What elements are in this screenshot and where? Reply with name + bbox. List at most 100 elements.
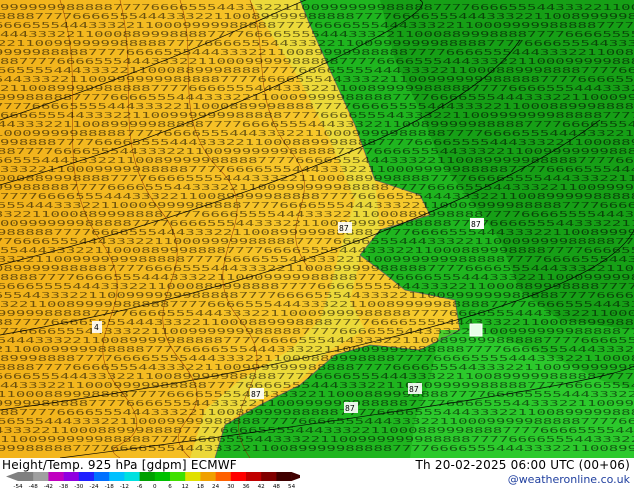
colorbar-swatch bbox=[170, 472, 186, 481]
colorbar-tick-label: 48 bbox=[273, 484, 281, 490]
colorbar-arrow-left bbox=[6, 472, 18, 481]
colorbar-tick-label: 6 bbox=[168, 484, 172, 490]
temperature-value-row: 1100999999988888777766665554433322110099… bbox=[0, 435, 634, 444]
colorbar: -54 -48 -42 -38 -30 -24 -18 -12 -6 0 6 12 18 24 30 36 42… bbox=[6, 472, 300, 490]
colorbar-swatch bbox=[109, 472, 125, 481]
temperature-value-row: 9998888877776666555444333221100899999888… bbox=[0, 444, 634, 453]
svg-text:87: 87 bbox=[251, 390, 261, 399]
temperature-value-row: 3221100899999888887777666655544433322110… bbox=[0, 300, 634, 309]
colorbar-swatch bbox=[124, 472, 140, 481]
temperature-value-row: 8888777766665554443332211000999998888877… bbox=[0, 273, 634, 282]
colorbar-tick-label: -48 bbox=[29, 484, 39, 490]
map-footer: Height/Temp. 925 hPa [gdpm] ECMWF Th 20-… bbox=[0, 458, 634, 490]
colorbar-tick-label: 0 bbox=[153, 484, 157, 490]
colorbar-swatch bbox=[215, 472, 232, 481]
temperature-value-row: 3332211000999998888877776666555444333221… bbox=[0, 165, 634, 174]
temperature-value-row: 7777666655544433322110089999988888777766… bbox=[0, 192, 634, 201]
temperature-value-row: 9888887777666655544433322110089999988888… bbox=[0, 228, 634, 237]
colorbar-tick-label: -42 bbox=[44, 484, 53, 490]
temperature-value-row: 0008899988887777666655554443332211000889… bbox=[0, 174, 634, 183]
temperature-value-row: 4433322110009999988888777766665554443332… bbox=[0, 381, 634, 390]
colorbar-swatch bbox=[94, 472, 110, 481]
valid-time: Th 20-02-2025 06:00 UTC (00+06) bbox=[415, 458, 630, 472]
temperature-value-row: 8888777766665554443332211008999998888877… bbox=[0, 12, 634, 21]
temperature-value-row: 8877776666555443332211009999999888887777… bbox=[0, 147, 634, 156]
colorbar-swatch bbox=[230, 472, 247, 481]
colorbar-tick-label: 30 bbox=[227, 484, 235, 490]
colorbar-tick-label: -24 bbox=[89, 484, 99, 490]
temperature-value-row: 6666555443332211009999999888887777666655… bbox=[0, 111, 634, 120]
temperature-value-row: 5443332211009999999888887777666655544333… bbox=[0, 75, 634, 84]
white-marker bbox=[469, 323, 483, 337]
temperature-value-row: 1100088999888877776666555544433322110008… bbox=[0, 390, 634, 399]
colorbar-tick-label: -54 bbox=[13, 484, 23, 490]
temperature-value-row: 6655544433322110089999988888777766665554… bbox=[0, 156, 634, 165]
temperature-value-row: 2110009999988888777766665554443332211000… bbox=[0, 345, 634, 354]
map-canvas: 9999999888887777666655544333221100999999… bbox=[0, 0, 634, 458]
temperature-value-row: 9999988888777766665554443332211008999998… bbox=[0, 48, 634, 57]
svg-text:87: 87 bbox=[339, 224, 349, 233]
map-label-1: 87 bbox=[470, 218, 484, 229]
colorbar-swatch bbox=[261, 472, 277, 481]
map-label-4: 87 bbox=[344, 402, 358, 413]
colorbar-tick-label: 42 bbox=[258, 484, 265, 490]
colorbar-swatch bbox=[33, 472, 49, 481]
temperature-value-row: 5554443332211000999998888877776666555444… bbox=[0, 201, 634, 210]
temperature-value-row: 9999988888777766665554433322110099999998… bbox=[0, 399, 634, 408]
svg-text:87: 87 bbox=[409, 385, 419, 394]
credit-text: @weatheronline.co.uk bbox=[507, 473, 630, 486]
colorbar-swatch bbox=[48, 472, 64, 481]
svg-text:87: 87 bbox=[345, 404, 355, 413]
temperature-value-row: 5544433322110008899988887777666655554443… bbox=[0, 246, 634, 255]
temperature-value-row: 9998888877776666555443332211009999999888… bbox=[0, 183, 634, 192]
colorbar-arrow-right bbox=[291, 472, 300, 481]
temperature-value-row: 8888777766665554433322110099999998888877… bbox=[0, 363, 634, 372]
map-label-2: 87 bbox=[338, 222, 352, 233]
map-label-5: 87 bbox=[250, 388, 264, 399]
colorbar-tick-label: -30 bbox=[74, 484, 84, 490]
map-label-3: 87 bbox=[408, 383, 422, 394]
temperature-value-grid: 9999999888887777666655544333221100999999… bbox=[0, 3, 634, 453]
temperature-value-row: 6655544433322110009999988888777766665554… bbox=[0, 417, 634, 426]
colorbar-tick-label: 54 bbox=[288, 484, 296, 490]
temperature-value-row: 3322110099999998888877776666555443332211… bbox=[0, 255, 634, 264]
temperature-value-row: 8877776666555444333221100899999888887777… bbox=[0, 408, 634, 417]
temperature-value-row: 4433322110089999988888777766665554443332… bbox=[0, 120, 634, 129]
temperature-value-row: 8999888877776666555544433322110008899988… bbox=[0, 354, 634, 363]
temperature-value-row: 6655554443332211000889998888777766665555… bbox=[0, 66, 634, 75]
temperature-value-row: 0099999998888877776666555443332211009999… bbox=[0, 219, 634, 228]
temperature-value-row: 1000999998888877776666555444333221100099… bbox=[0, 129, 634, 138]
temperature-value-row: 9998888877776666555444333221100099999888… bbox=[0, 93, 634, 102]
weather-map: 9999999888887777666655544333221100999999… bbox=[0, 0, 634, 458]
temperature-value-row: 3322110008899988887777666655554443332211… bbox=[0, 210, 634, 219]
colorbar-swatch bbox=[246, 472, 262, 481]
temperature-value-row: 4443332211000889998888777766665555444333… bbox=[0, 30, 634, 39]
colorbar-swatch bbox=[18, 472, 34, 481]
colorbar-tick-label: 24 bbox=[212, 484, 220, 490]
temperature-value-row: 2110089999988888777766665554443332211008… bbox=[0, 84, 634, 93]
colorbar-tick-label: -18 bbox=[105, 484, 115, 490]
colorbar-tick-label: -6 bbox=[137, 484, 143, 490]
colorbar-tick-label: -12 bbox=[120, 484, 129, 490]
temperature-value-row: 2211009999999888887777666655544333221100… bbox=[0, 39, 634, 48]
svg-text:87: 87 bbox=[471, 220, 481, 229]
temperature-value-row: 5444333221100899999888887777666655544433… bbox=[0, 336, 634, 345]
colorbar-swatch bbox=[139, 472, 156, 481]
svg-text:4: 4 bbox=[94, 323, 99, 332]
temperature-value-row: 7777666655554443332211000889998888777766… bbox=[0, 102, 634, 111]
temperature-value-row: 9988887777666655554443332211000889998888… bbox=[0, 138, 634, 147]
colorbar-swatch bbox=[78, 472, 95, 481]
colorbar-tick-label: -38 bbox=[59, 484, 69, 490]
temperature-value-row: 8877776666555444333221100099999888887777… bbox=[0, 57, 634, 66]
temperature-value-row: 7766665554443332211000999998888877776666… bbox=[0, 237, 634, 246]
colorbar-swatch bbox=[63, 472, 80, 481]
temperature-value-row: 9999988888777766665554443332211000999998… bbox=[0, 309, 634, 318]
colorbar-tick-label: 18 bbox=[197, 484, 205, 490]
colorbar-swatch bbox=[200, 472, 216, 481]
temperature-value-row: 4333221100088999888877776666555544433322… bbox=[0, 426, 634, 435]
colorbar-swatch bbox=[154, 472, 171, 481]
temperature-value-row: 9999999888887777666655544333221100999999… bbox=[0, 3, 634, 12]
colorbar-swatch bbox=[276, 472, 292, 481]
temperature-value-row: 6666555444333221100099999888887777666655… bbox=[0, 21, 634, 30]
colorbar-tick-label: 36 bbox=[242, 484, 250, 490]
